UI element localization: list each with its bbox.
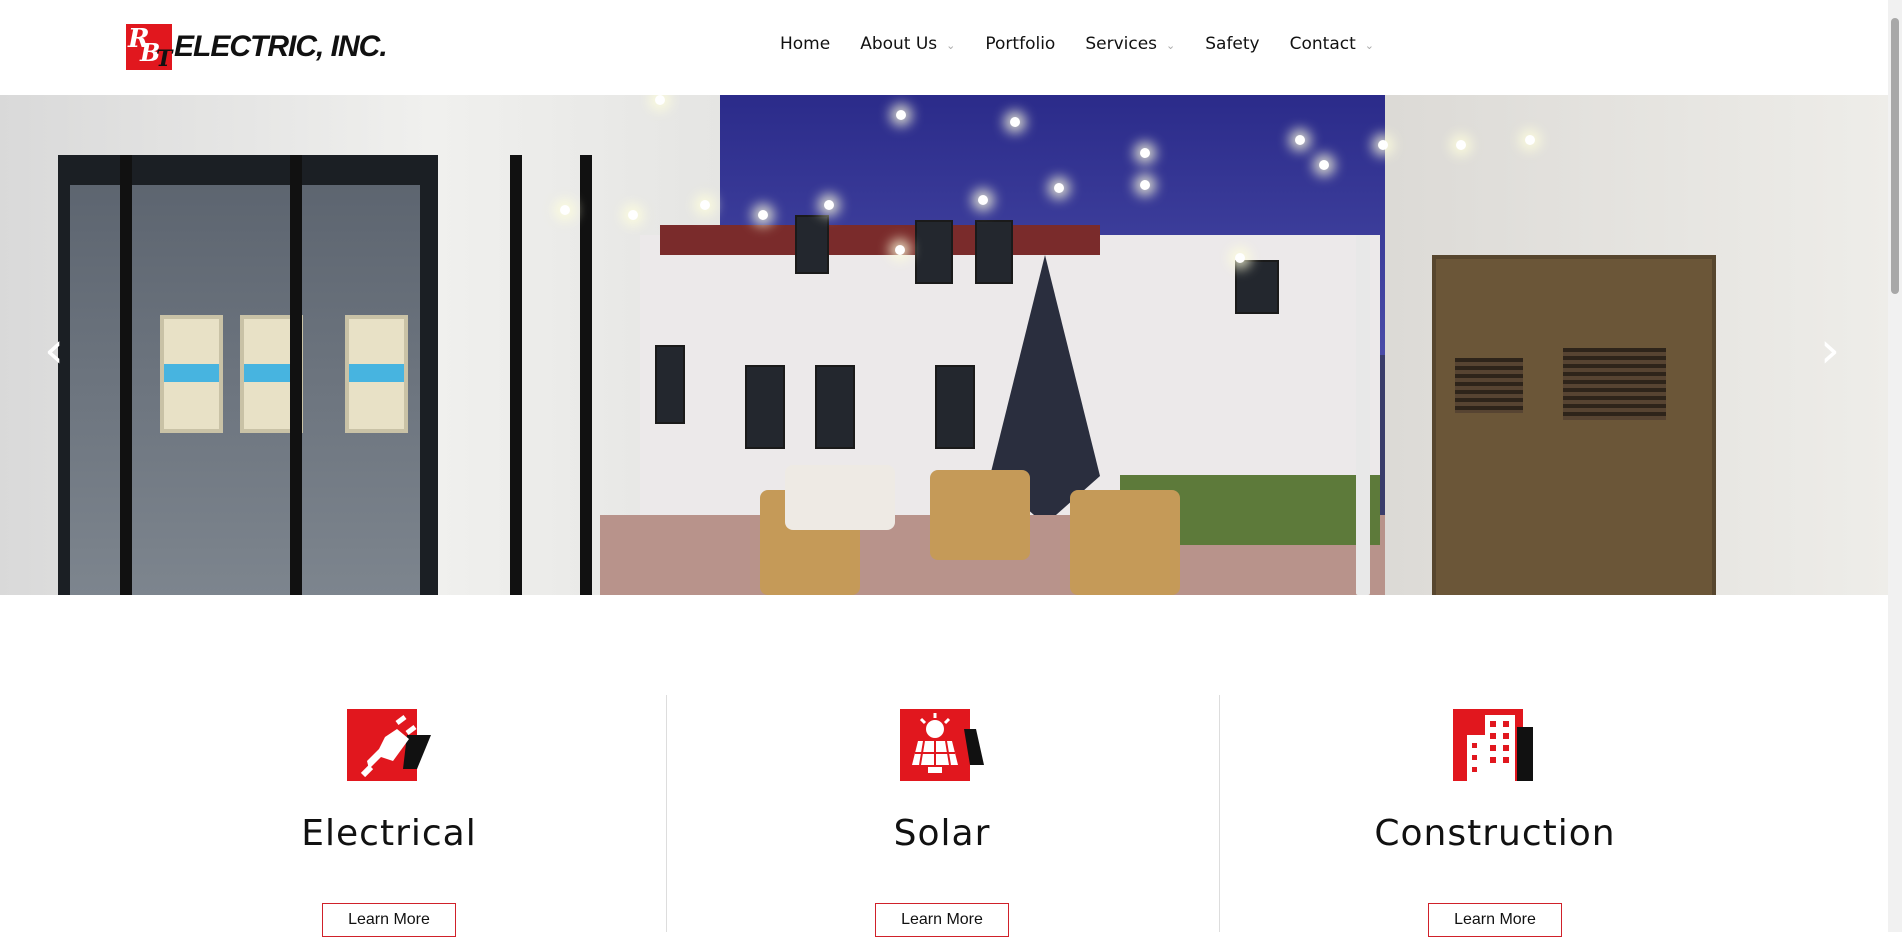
- nav-portfolio-label: Portfolio: [985, 34, 1056, 54]
- nav-services[interactable]: Services ⌄: [1085, 34, 1175, 54]
- nav-safety-label: Safety: [1205, 34, 1260, 54]
- hero-grill-counter: [785, 465, 895, 530]
- string-light: [560, 205, 570, 215]
- string-light: [895, 245, 905, 255]
- hero-window: [745, 365, 785, 449]
- scrollbar-thumb[interactable]: [1891, 18, 1899, 294]
- hero-window: [975, 220, 1013, 284]
- services-section: Electrical Learn More Solar Learn More C…: [0, 595, 1888, 937]
- string-light: [700, 200, 710, 210]
- slider-next-arrow[interactable]: ›: [1820, 325, 1840, 375]
- logo-letter-t: T: [156, 46, 173, 72]
- chevron-down-icon: ⌄: [1364, 38, 1374, 52]
- hero-window: [815, 365, 855, 449]
- service-card-electrical: Electrical Learn More: [113, 695, 665, 937]
- hero-door-frame: [290, 155, 302, 595]
- string-light: [628, 210, 638, 220]
- page-scrollbar[interactable]: [1888, 0, 1902, 932]
- hero-window: [935, 365, 975, 449]
- hero-slider: ‹ ›: [0, 95, 1888, 595]
- string-light: [758, 210, 768, 220]
- site-header: R B T ELECTRIC, INC. Home About Us ⌄ Por…: [0, 0, 1888, 95]
- string-light: [1295, 135, 1305, 145]
- hero-window: [795, 215, 829, 274]
- hero-window: [1235, 260, 1279, 314]
- string-light: [1010, 117, 1020, 127]
- string-light: [655, 95, 665, 105]
- string-light: [1140, 180, 1150, 190]
- nav-safety[interactable]: Safety: [1205, 34, 1259, 54]
- service-card-construction: Construction Learn More: [1219, 695, 1771, 937]
- hero-door-frame: [510, 155, 522, 595]
- electric-plug-icon: [347, 709, 431, 781]
- string-light: [1525, 135, 1535, 145]
- hero-door-frame: [120, 155, 132, 595]
- string-light: [1054, 183, 1064, 193]
- service-title: Construction: [1374, 813, 1616, 854]
- string-light: [896, 110, 906, 120]
- slider-prev-arrow[interactable]: ‹: [44, 325, 64, 375]
- hero-window: [915, 220, 953, 284]
- main-nav: Home About Us ⌄ Portfolio Services ⌄ Saf…: [780, 34, 1404, 54]
- hero-chair: [1070, 490, 1180, 595]
- nav-portfolio[interactable]: Portfolio: [985, 34, 1055, 54]
- logo-mark: R B T: [126, 24, 173, 72]
- solar-panel-icon: [900, 709, 984, 781]
- string-light: [978, 195, 988, 205]
- nav-about-us[interactable]: About Us ⌄: [860, 34, 955, 54]
- nav-about-us-label: About Us: [860, 34, 938, 54]
- chevron-down-icon: ⌄: [1166, 38, 1176, 52]
- service-card-solar: Solar Learn More: [666, 695, 1218, 937]
- chevron-down-icon: ⌄: [946, 38, 956, 52]
- logo-text: ELECTRIC, INC.: [174, 30, 388, 63]
- hero-wall-art: [160, 315, 223, 433]
- nav-services-label: Services: [1085, 34, 1158, 54]
- service-title: Electrical: [301, 813, 477, 854]
- buildings-icon: [1453, 709, 1533, 781]
- hero-utility-door: [1432, 255, 1716, 595]
- hero-door-frame: [580, 155, 592, 595]
- hero-vent: [1563, 348, 1666, 420]
- service-title: Solar: [893, 813, 991, 854]
- string-light: [1235, 253, 1245, 263]
- string-light: [1456, 140, 1466, 150]
- nav-contact-label: Contact: [1289, 34, 1356, 54]
- hero-light-pole: [1356, 235, 1370, 595]
- hero-roof: [660, 225, 1100, 255]
- string-light: [1140, 148, 1150, 158]
- company-logo[interactable]: R B T ELECTRIC, INC.: [126, 22, 388, 72]
- nav-home[interactable]: Home: [780, 34, 830, 54]
- string-light: [1319, 160, 1329, 170]
- hero-vent: [1455, 358, 1523, 413]
- nav-home-label: Home: [780, 34, 831, 54]
- hero-window: [655, 345, 685, 424]
- string-light: [824, 200, 834, 210]
- nav-contact[interactable]: Contact ⌄: [1290, 34, 1374, 54]
- hero-chair: [930, 470, 1030, 560]
- string-light: [1378, 140, 1388, 150]
- hero-wall-art: [345, 315, 408, 433]
